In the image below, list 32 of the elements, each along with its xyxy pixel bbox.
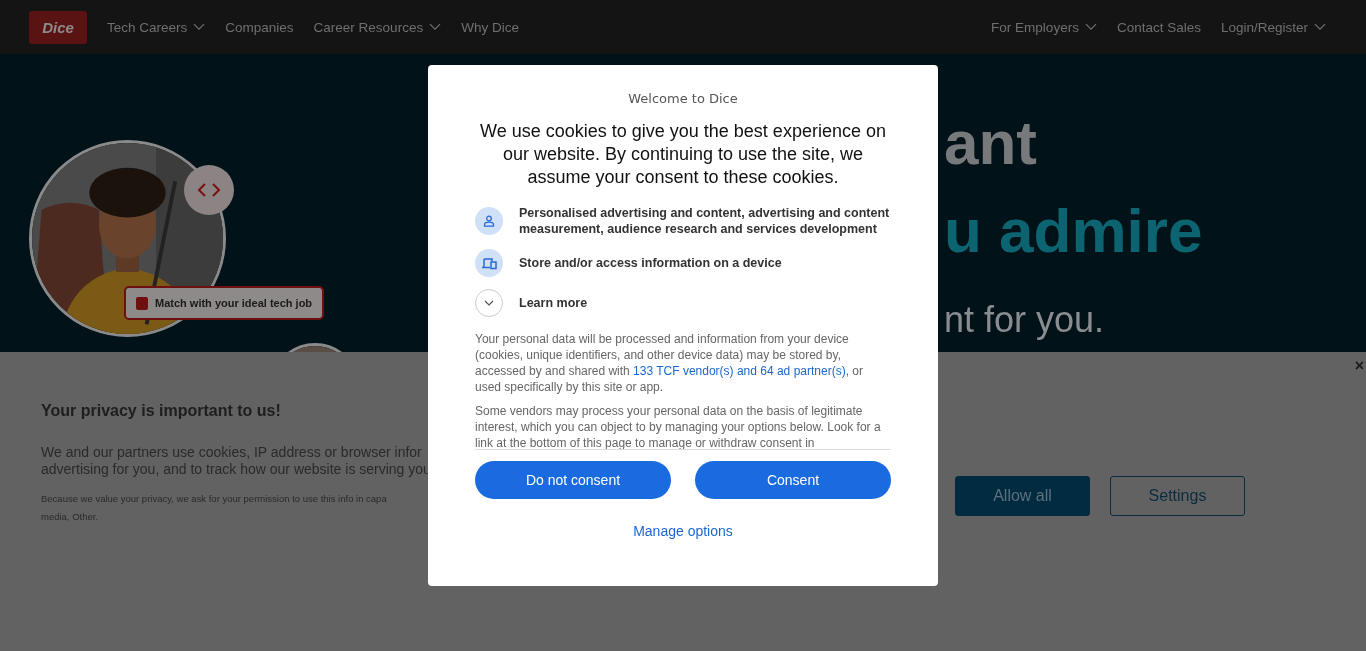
learn-more-link[interactable]: Learn more bbox=[519, 295, 588, 311]
chevron-down-icon[interactable] bbox=[475, 289, 503, 317]
details-paragraph: Some vendors may process your personal data on the basis of legitimate interest, which you can object to by managing your options below. Look for a link at the bottom of this page to manage or withdraw consent in bbox=[475, 403, 882, 449]
banner-text: We and our partners use cookies, IP address or browser infor bbox=[41, 444, 423, 461]
dice-logo[interactable]: Dice bbox=[29, 10, 87, 44]
nav-link[interactable]: Companies bbox=[225, 19, 294, 35]
match-tag: Match with your ideal tech job bbox=[124, 286, 325, 320]
vendors-link[interactable]: 133 TCF vendor(s) and 64 ad partner(s) bbox=[633, 364, 846, 378]
settings-button[interactable]: Settings bbox=[1110, 476, 1245, 516]
nav-link[interactable]: Login/Register bbox=[1220, 19, 1326, 35]
manage-options-link[interactable]: Manage options bbox=[633, 523, 733, 539]
consent-button[interactable]: Consent bbox=[695, 461, 891, 499]
purpose-text: Store and/or access information on a device bbox=[519, 255, 782, 271]
allow-all-button[interactable]: Allow all bbox=[955, 476, 1090, 516]
hero-headline: nt for you. bbox=[944, 302, 1106, 338]
dice-logo-icon bbox=[136, 296, 148, 310]
dialog-title: Welcome to Dice bbox=[627, 91, 739, 106]
hero-headline: u admire bbox=[944, 200, 1203, 262]
nav-link[interactable]: Why Dice bbox=[461, 19, 519, 35]
nav-link[interactable]: Career Resources bbox=[313, 19, 442, 35]
nav-link[interactable]: Contact Sales bbox=[1116, 19, 1201, 35]
nav-link[interactable]: For Employers bbox=[991, 19, 1097, 35]
person-icon bbox=[475, 207, 503, 235]
hero-headline: ant bbox=[944, 112, 1038, 174]
devices-icon bbox=[475, 249, 503, 277]
details-paragraph: Your personal data will be processed and information from your device (cookies, unique identifiers, and other device data) may be stored by, accessed by and shared with 133 TCF vendor(s) and 64 ad partner(s), or used specifically by this site or app. bbox=[475, 331, 864, 395]
nav-link[interactable]: Tech Careers bbox=[107, 19, 206, 35]
banner-title: Your privacy is important to us! bbox=[41, 402, 282, 420]
dialog-heading: We use cookies to give you the best experience on our website. By continuing to use the site, we assume your consent to these cookies. bbox=[479, 120, 887, 189]
close-button[interactable]: × bbox=[1354, 358, 1364, 374]
do-not-consent-button[interactable]: Do not consent bbox=[475, 461, 671, 499]
purpose-text: Personalised advertising and content, advertising and content measurement, audience research and services development bbox=[519, 205, 891, 237]
